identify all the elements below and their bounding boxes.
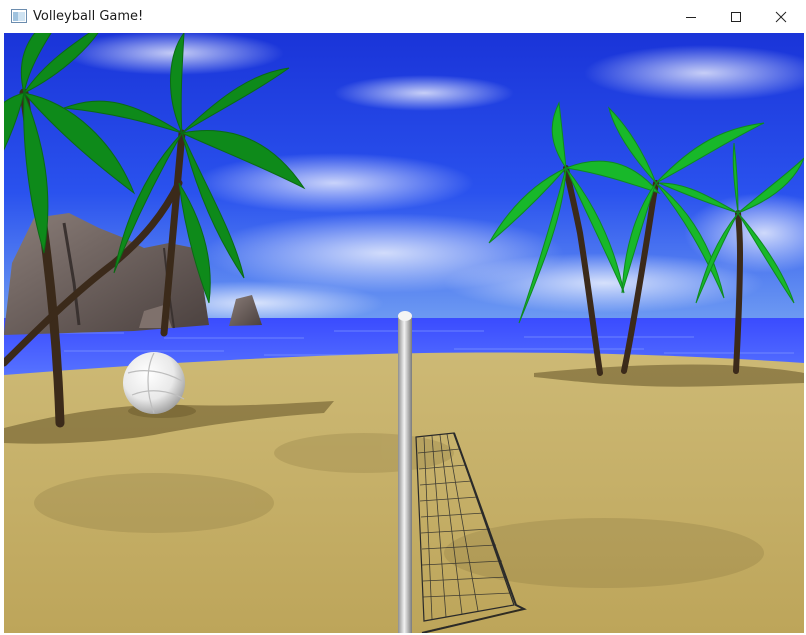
game-window: Volleyball Game! — [0, 0, 806, 635]
app-window-icon — [11, 9, 27, 23]
maximize-icon — [731, 11, 741, 22]
maximize-button[interactable] — [713, 0, 759, 33]
net-post — [398, 311, 412, 633]
window-title: Volleyball Game! — [33, 9, 144, 24]
title-bar[interactable]: Volleyball Game! — [0, 0, 806, 34]
minimize-button[interactable] — [668, 0, 714, 33]
close-button[interactable] — [758, 0, 804, 33]
close-icon — [775, 11, 787, 22]
game-scene — [4, 33, 804, 633]
minimize-icon — [686, 16, 696, 18]
game-viewport[interactable] — [4, 33, 804, 633]
